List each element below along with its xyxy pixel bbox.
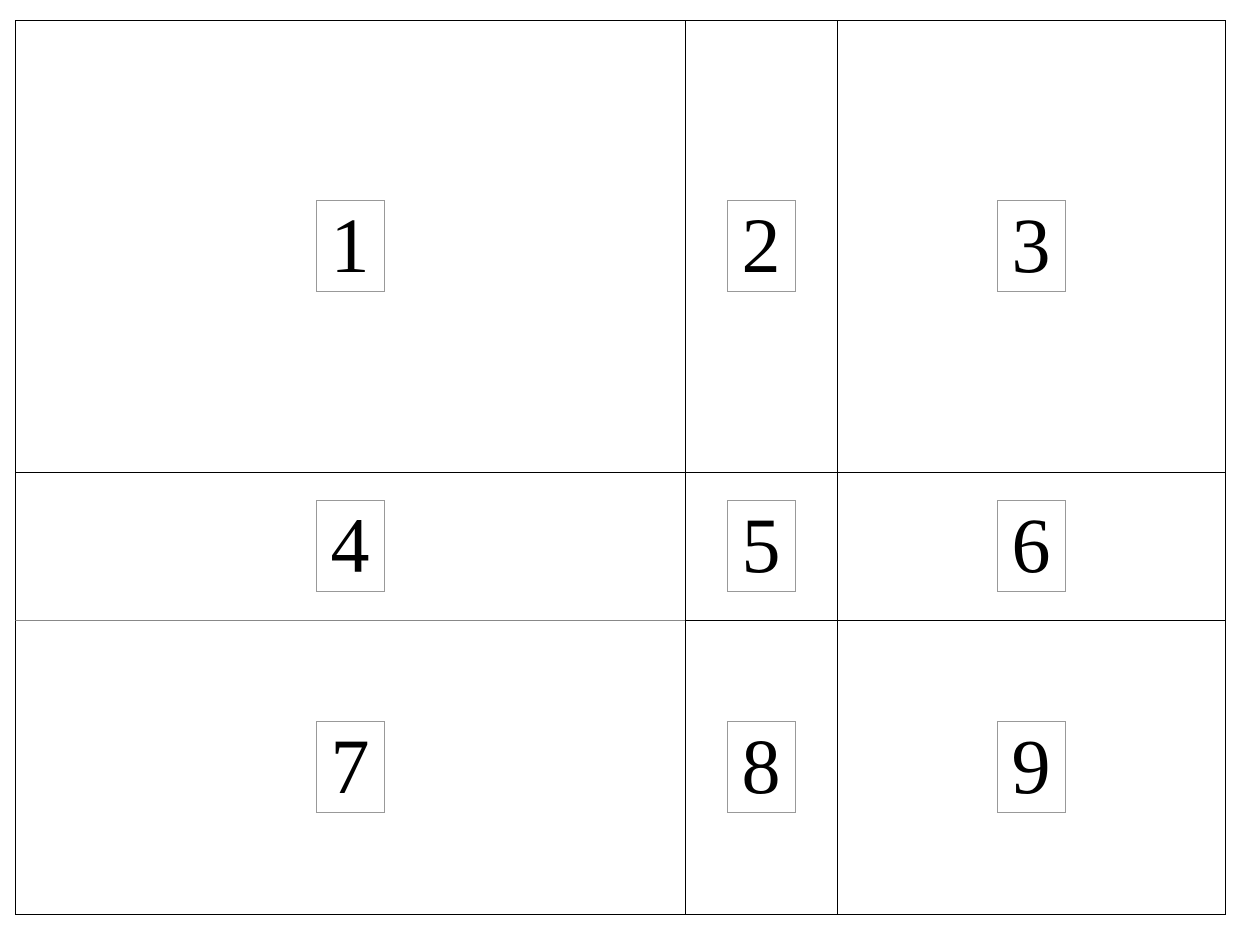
cell-2: 2 (685, 20, 838, 473)
cell-4-label: 4 (316, 500, 385, 593)
cell-4: 4 (15, 472, 686, 621)
cell-1-label: 1 (316, 200, 385, 293)
cell-8-label: 8 (727, 721, 796, 814)
cell-7-label: 7 (316, 721, 385, 814)
cell-9-label: 9 (997, 721, 1066, 814)
cell-5-label: 5 (727, 500, 796, 593)
cell-5: 5 (685, 472, 838, 621)
cell-6: 6 (837, 472, 1226, 621)
cell-8: 8 (685, 620, 838, 915)
cell-6-label: 6 (997, 500, 1066, 593)
grid: 1 2 3 4 5 6 7 8 9 (15, 20, 1225, 914)
cell-2-label: 2 (727, 200, 796, 293)
cell-3: 3 (837, 20, 1226, 473)
cell-9: 9 (837, 620, 1226, 915)
cell-3-label: 3 (997, 200, 1066, 293)
cell-7: 7 (15, 620, 686, 915)
cell-1: 1 (15, 20, 686, 473)
